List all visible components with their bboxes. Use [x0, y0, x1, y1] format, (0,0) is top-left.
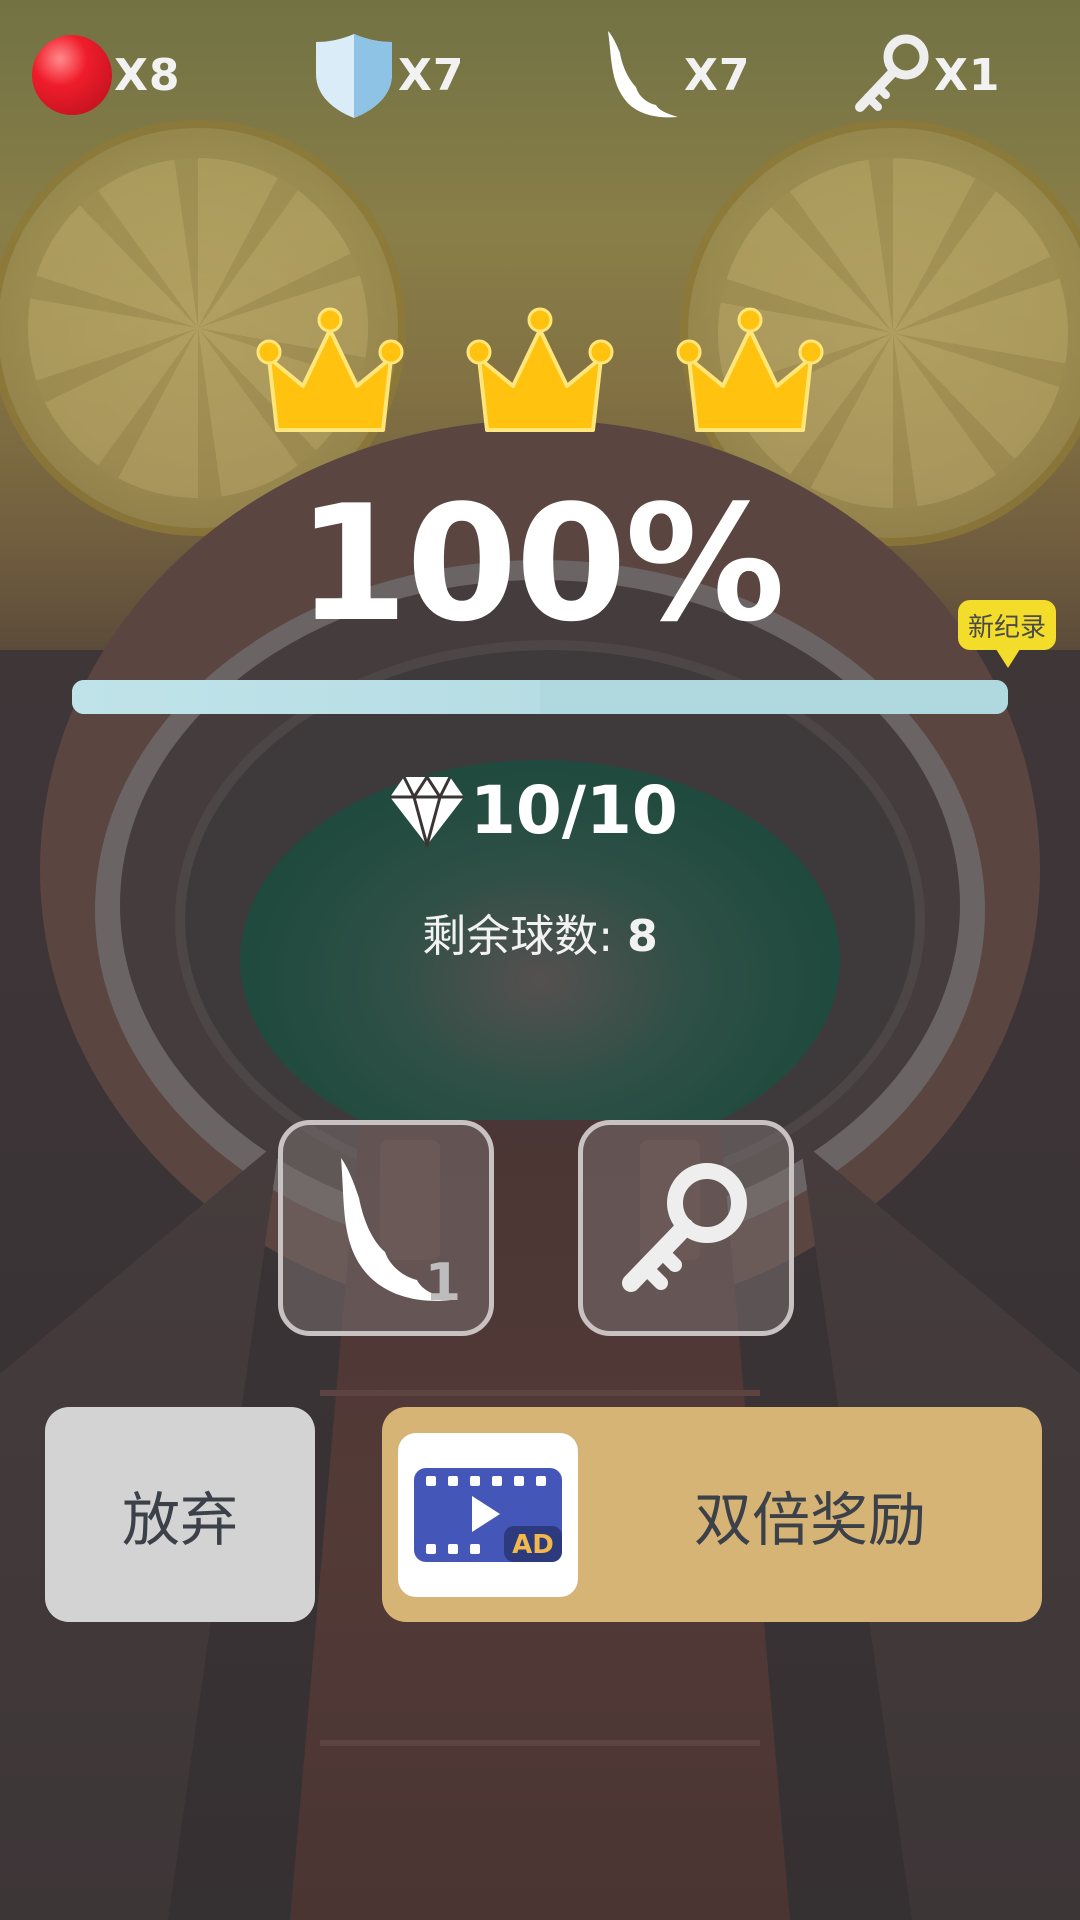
balls-count: X8 [114, 49, 181, 101]
game-result-screen: X8 X7 X7 X1 100% 新纪录 10/10 剩余球数: 8 1 放弃 … [0, 0, 1080, 1920]
ad-badge-text: AD [512, 1530, 554, 1560]
remaining-balls: 剩余球数: 8 [0, 900, 1080, 964]
video-ad-badge: AD [398, 1433, 578, 1597]
inventory-wings: X7 [598, 30, 751, 120]
shields-count: X7 [398, 49, 465, 101]
video-ad-icon: AD [414, 1468, 562, 1562]
crown-icon [675, 300, 825, 450]
key-powerup-button[interactable] [578, 1120, 794, 1336]
wings-count: X7 [684, 49, 751, 101]
key-icon [622, 1163, 747, 1292]
double-reward-button[interactable]: AD 双倍奖励 [382, 1407, 1042, 1622]
crown-icon [255, 300, 405, 450]
new-record-badge: 新纪录 [958, 600, 1056, 650]
red-ball-icon [32, 35, 112, 115]
gems-count: 10/10 [470, 771, 678, 849]
wing-powerup-count: 1 [424, 1253, 461, 1313]
remaining-balls-label: 剩余球数: [422, 911, 614, 962]
completion-percent: 100% [296, 470, 785, 657]
double-reward-label: 双倍奖励 [693, 1485, 926, 1554]
inventory-keys: X1 [852, 30, 1001, 120]
give-up-button[interactable]: 放弃 [45, 1407, 315, 1622]
wing-icon [608, 31, 678, 118]
key-icon [855, 34, 929, 112]
progress-bar-fill [72, 680, 1008, 714]
track-segment [320, 1740, 760, 1746]
inventory-shields: X7 [312, 30, 465, 120]
shield-icon [316, 34, 392, 118]
track-segment [320, 1390, 760, 1396]
diamond-icon [390, 774, 464, 847]
new-record-badge-tail [994, 646, 1022, 668]
keys-count: X1 [934, 49, 1001, 101]
inventory-balls: X8 [32, 30, 181, 120]
gems-collected: 10/10 [388, 765, 678, 855]
progress-bar [72, 680, 1008, 714]
crown-icon [465, 300, 615, 450]
wing-powerup-button[interactable]: 1 [278, 1120, 494, 1336]
remaining-balls-value: 8 [627, 911, 658, 962]
